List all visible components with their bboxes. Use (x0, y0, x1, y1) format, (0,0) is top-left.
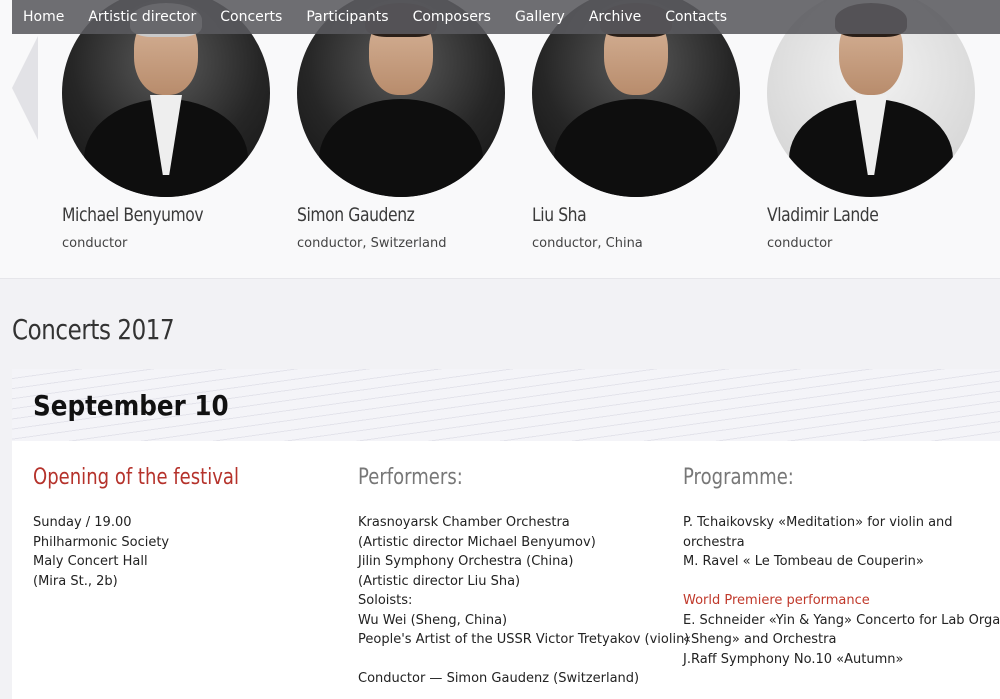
nav-contacts[interactable]: Contacts (665, 9, 727, 25)
person-name[interactable]: Simon Gaudenz (297, 204, 415, 226)
previous-arrow-icon[interactable] (12, 36, 38, 140)
programme-line: «Sheng» and Orchestra (683, 632, 837, 647)
nav-participants[interactable]: Participants (306, 9, 388, 25)
programme-title: Programme: (683, 465, 794, 490)
nav-gallery[interactable]: Gallery (515, 9, 565, 25)
person-name[interactable]: Liu Sha (532, 204, 587, 226)
main-nav: Home Artistic director Concerts Particip… (12, 0, 1000, 34)
programme-line: E. Schneider «Yin & Yang» Concerto for L… (683, 612, 1000, 628)
event-column: Opening of the festival Sunday / 19.00 P… (33, 465, 284, 591)
nav-home[interactable]: Home (23, 9, 64, 25)
programme-line: P. Tchaikovsky «Meditation» for violin a… (683, 515, 953, 530)
programme-list: P. Tchaikovsky «Meditation» for violin a… (683, 513, 1000, 669)
person-role: conductor, China (532, 236, 643, 251)
event-details: Sunday / 19.00 Philharmonic Society Maly… (33, 513, 284, 591)
performers-list: Krasnoyarsk Chamber Orchestra (Artistic … (358, 513, 689, 689)
performer-line: (Artistic director Liu Sha) (358, 573, 521, 589)
person-role: conductor, Switzerland (297, 236, 447, 251)
programme-column: Programme: P. Tchaikovsky «Meditation» f… (683, 465, 1000, 669)
performers-column: Performers: Krasnoyarsk Chamber Orchestr… (358, 465, 689, 689)
programme-line: M. Ravel « Le Tombeau de Couperin» (683, 554, 924, 569)
nav-concerts[interactable]: Concerts (220, 9, 282, 25)
person-role: conductor (62, 236, 128, 251)
event-line: (Mira St., 2b) (33, 573, 118, 589)
section-title: Concerts 2017 (12, 313, 175, 346)
performers-title: Performers: (358, 465, 463, 490)
performer-line: Wu Wei (Sheng, China) (358, 612, 508, 628)
concert-date: September 10 (33, 389, 229, 422)
premiere-label: World Premiere performance (683, 593, 870, 608)
event-line: Maly Concert Hall (33, 554, 148, 569)
performer-line: Conductor — Simon Gaudenz (Switzerland) (358, 671, 640, 686)
person-name[interactable]: Vladimir Lande (767, 204, 879, 226)
nav-artistic-director[interactable]: Artistic director (88, 9, 196, 25)
event-line: Sunday / 19.00 (33, 515, 132, 530)
performer-line: (Artistic director Michael Benyumov) (358, 534, 596, 550)
nav-archive[interactable]: Archive (589, 9, 641, 25)
performer-line: Krasnoyarsk Chamber Orchestra (358, 515, 570, 530)
concert-card-header: September 10 (12, 369, 1000, 441)
programme-line: J.Raff Symphony No.10 «Autumn» (683, 651, 904, 667)
conductors-strip: Michael Benyumov conductor Simon Gaudenz… (0, 0, 1000, 279)
event-line: Philharmonic Society (33, 534, 170, 550)
person-role: conductor (767, 236, 833, 251)
person-name[interactable]: Michael Benyumov (62, 204, 204, 226)
performer-line: Soloists: (358, 593, 413, 608)
performer-line: Jilin Symphony Orchestra (China) (358, 554, 574, 569)
nav-composers[interactable]: Composers (413, 9, 491, 25)
concert-card: September 10 Opening of the festival Sun… (12, 369, 1000, 699)
event-title[interactable]: Opening of the festival (33, 465, 239, 493)
programme-line: orchestra (683, 534, 745, 550)
performer-line: People's Artist of the USSR Victor Trety… (358, 632, 690, 647)
